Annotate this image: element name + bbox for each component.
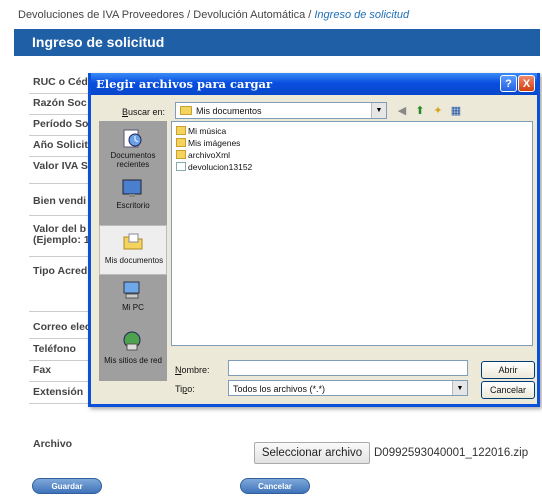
breadcrumb-current: Ingreso de solicitud: [314, 9, 410, 21]
divider: [29, 93, 89, 94]
look-in-select[interactable]: Mis documentos ▼: [175, 102, 387, 119]
breadcrumb-separator: /: [305, 9, 315, 21]
folder-icon: [176, 126, 186, 135]
divider: [29, 183, 89, 184]
label-anio: Año Solicit: [33, 139, 88, 151]
file-name: Mi música: [188, 126, 227, 136]
view-menu-icon[interactable]: ▦: [449, 103, 463, 117]
label-extension: Extensión: [33, 386, 84, 398]
file-name: devolucion13152: [188, 162, 253, 172]
file-list[interactable]: Mi música Mis imágenes archivoXml devolu…: [171, 121, 533, 346]
divider: [29, 360, 89, 361]
label-tipo: Tipo Acred: [33, 265, 88, 277]
open-button[interactable]: Abrir: [481, 361, 535, 379]
my-documents-icon: [123, 233, 143, 250]
place-label: Mis documentos: [104, 256, 164, 265]
file-name: archivoXml: [188, 150, 231, 160]
close-button[interactable]: X: [518, 75, 535, 92]
look-in-label: Buscar en:: [122, 107, 166, 117]
divider: [29, 311, 89, 312]
places-bar: Documentos recientes Escritorio Mis docu…: [99, 121, 167, 381]
back-icon[interactable]: ◀: [395, 103, 409, 117]
divider: [29, 135, 89, 136]
new-folder-icon[interactable]: ✦: [431, 103, 445, 117]
label-bien: Bien vendi: [33, 195, 87, 207]
dialog-title: Elegir archivos para cargar: [96, 77, 273, 91]
breadcrumb-link-iva[interactable]: Devoluciones de IVA Proveedores: [18, 9, 184, 21]
dialog-cancel-button[interactable]: Cancelar: [481, 381, 535, 399]
page-title: Ingreso de solicitud: [32, 34, 165, 50]
help-button[interactable]: ?: [500, 75, 517, 92]
help-icon: ?: [505, 77, 512, 90]
place-label: Escritorio: [116, 201, 150, 210]
breadcrumb: Devoluciones de IVA Proveedores / Devolu…: [18, 9, 409, 21]
file-type-value: Todos los archivos (*.*): [233, 384, 326, 394]
label-correo: Correo elec: [33, 321, 91, 333]
file-type-label: Tipo:: [175, 384, 195, 394]
list-item[interactable]: Mi música: [176, 126, 226, 137]
selected-file-name: D0992593040001_122016.zip: [374, 447, 529, 459]
network-places-icon: [123, 331, 141, 351]
breadcrumb-separator: /: [184, 9, 194, 21]
select-file-button[interactable]: Seleccionar archivo: [254, 442, 370, 464]
label-ruc: RUC o Céd: [33, 76, 88, 88]
divider: [29, 256, 89, 257]
close-icon: X: [522, 77, 531, 90]
place-recent[interactable]: Documentos recientes: [99, 123, 167, 173]
label-telefono: Teléfono: [33, 343, 76, 355]
folder-icon: [176, 150, 186, 159]
look-in-value: Mis documentos: [196, 106, 262, 116]
open-button-label: Abrir: [498, 365, 518, 375]
up-folder-icon[interactable]: ⬆: [413, 103, 427, 117]
dialog-toolbar: ◀ ⬆ ✦ ▦: [393, 103, 473, 119]
list-item[interactable]: Mis imágenes: [176, 138, 240, 149]
document-icon: [176, 162, 186, 171]
save-button[interactable]: Guardar: [32, 478, 102, 494]
place-label: Documentos recientes: [110, 151, 156, 169]
chevron-down-icon[interactable]: ▼: [371, 103, 386, 118]
divider: [29, 156, 89, 157]
my-computer-icon: [123, 281, 140, 299]
place-label: Mi PC: [122, 303, 144, 312]
cancel-button[interactable]: Cancelar: [240, 478, 310, 494]
divider: [29, 381, 89, 382]
label-periodo: Período So: [33, 118, 89, 130]
desktop-icon: [122, 179, 142, 197]
place-label: Mis sitios de red: [104, 356, 162, 365]
file-name-input[interactable]: [228, 360, 468, 376]
chevron-down-icon[interactable]: ▼: [452, 381, 467, 395]
divider: [29, 114, 89, 115]
folder-icon: [180, 106, 192, 115]
divider: [29, 215, 89, 216]
file-name: Mis imágenes: [188, 138, 241, 148]
page-title-bar: Ingreso de solicitud: [14, 29, 540, 56]
recent-documents-icon: [123, 129, 142, 148]
label-fax: Fax: [33, 364, 52, 376]
cancel-button-label: Cancelar: [489, 385, 527, 395]
file-name-label: Nombre:: [175, 365, 210, 375]
label-archivo: Archivo: [33, 438, 73, 450]
label-razon: Razón Soc: [33, 97, 87, 109]
dialog-title-bar[interactable]: Elegir archivos para cargar ? X: [91, 73, 537, 95]
file-chooser-dialog: Elegir archivos para cargar ? X Buscar e…: [88, 73, 540, 407]
divider: [29, 403, 89, 404]
place-my-computer[interactable]: Mi PC: [99, 275, 167, 325]
place-network[interactable]: Mis sitios de red: [99, 326, 167, 376]
place-my-documents[interactable]: Mis documentos: [99, 225, 167, 275]
breadcrumb-link-devolucion[interactable]: Devolución Automática: [193, 9, 305, 21]
file-type-select[interactable]: Todos los archivos (*.*) ▼: [228, 380, 468, 396]
list-item[interactable]: devolucion13152: [176, 162, 252, 173]
divider: [29, 338, 89, 339]
place-desktop[interactable]: Escritorio: [99, 173, 167, 223]
folder-icon: [176, 138, 186, 147]
label-valor-iva: Valor IVA S: [33, 160, 88, 172]
list-item[interactable]: archivoXml: [176, 150, 230, 161]
